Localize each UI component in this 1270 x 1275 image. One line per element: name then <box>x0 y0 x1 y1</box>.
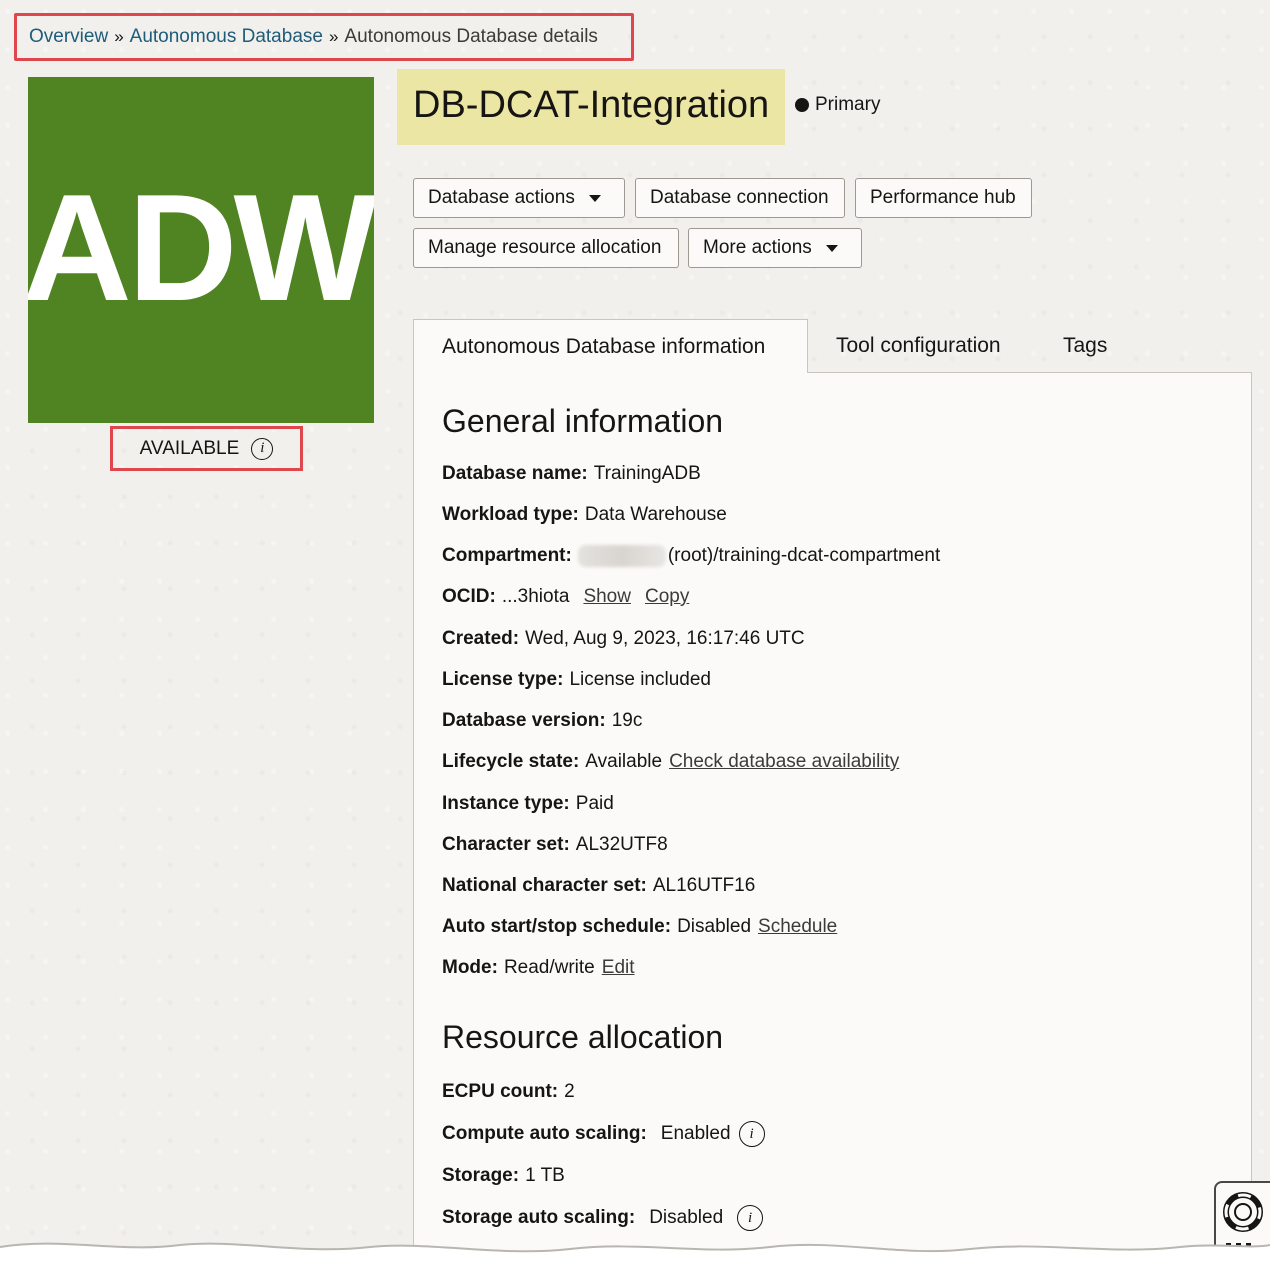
performance-hub-button[interactable]: Performance hub <box>855 178 1032 218</box>
field-label: Character set: <box>442 834 570 855</box>
resource-allocation-heading: Resource allocation <box>442 1019 724 1055</box>
field-value: Paid <box>575 793 614 814</box>
character-set-row: Character set: AL32UTF8 <box>442 834 668 856</box>
breadcrumb-autonomous-database-link[interactable]: Autonomous Database <box>130 26 323 48</box>
field-label: Storage auto scaling: <box>442 1207 636 1228</box>
schedule-link[interactable]: Schedule <box>758 916 837 938</box>
redacted-tenancy <box>577 545 666 567</box>
breadcrumb-overview-link[interactable]: Overview <box>29 26 108 48</box>
page-title: DB-DCAT-Integration <box>413 84 770 126</box>
info-icon[interactable]: i <box>738 1121 765 1147</box>
adw-logo-tile: ADW <box>28 77 374 423</box>
performance-hub-label: Performance hub <box>870 187 1016 208</box>
lifecycle-status-badge: AVAILABLE i <box>110 426 303 471</box>
check-database-availability-link[interactable]: Check database availability <box>669 751 899 773</box>
created-row: Created: Wed, Aug 9, 2023, 16:17:46 UTC <box>442 628 805 650</box>
workload-type-row: Workload type: Data Warehouse <box>442 504 727 526</box>
field-value: Read/write <box>503 957 595 978</box>
field-label: OCID: <box>442 586 496 607</box>
ecpu-count-row: ECPU count: 2 <box>442 1081 575 1103</box>
field-value: License included <box>569 669 711 690</box>
manage-resource-allocation-label: Manage resource allocation <box>428 237 662 258</box>
storage-row: Storage: 1 TB <box>442 1165 565 1187</box>
field-label: Mode: <box>442 957 498 978</box>
field-value[interactable]: (root)/training-dcat-compartment <box>668 545 940 567</box>
field-label: Created: <box>442 628 520 649</box>
field-label: Compartment: <box>442 545 572 566</box>
storage-auto-scaling-row: Storage auto scaling: Disabled i <box>442 1205 764 1231</box>
auto-start-stop-row: Auto start/stop schedule: Disabled Sched… <box>442 916 837 938</box>
manage-resource-allocation-button[interactable]: Manage resource allocation <box>413 228 679 268</box>
database-connection-button[interactable]: Database connection <box>635 178 845 218</box>
ocid-show-link[interactable]: Show <box>583 586 631 608</box>
field-label: License type: <box>442 669 564 690</box>
field-value: 1 TB <box>525 1165 565 1186</box>
license-type-row: License type: License included <box>442 669 711 691</box>
compute-auto-scaling-row: Compute auto scaling: Enabled i <box>442 1121 765 1147</box>
field-label: Compute auto scaling: <box>442 1123 647 1144</box>
torn-edge <box>0 1242 1270 1275</box>
tab-tags[interactable]: Tags <box>1063 319 1107 373</box>
field-value: TrainingADB <box>593 463 701 484</box>
field-label: Database version: <box>442 710 606 731</box>
info-icon[interactable]: i <box>737 1205 764 1231</box>
field-label: Database name: <box>442 463 588 484</box>
field-label: National character set: <box>442 875 647 896</box>
tab-autonomous-database-information[interactable]: Autonomous Database information <box>413 319 808 373</box>
database-version-row: Database version: 19c <box>442 710 642 732</box>
breadcrumb-current: Autonomous Database details <box>344 26 598 47</box>
caret-down-icon <box>588 194 601 202</box>
field-label: ECPU count: <box>442 1081 559 1102</box>
ocid-copy-link[interactable]: Copy <box>645 586 689 608</box>
field-value: Enabled <box>660 1123 731 1144</box>
field-value: 19c <box>611 710 643 731</box>
compartment-row: Compartment: (root)/training-dcat-compar… <box>442 545 940 567</box>
field-label: Lifecycle state: <box>442 751 580 772</box>
field-value: 2 <box>564 1081 575 1102</box>
field-label: Instance type: <box>442 793 570 814</box>
field-label: Workload type: <box>442 504 579 525</box>
tab-tool-configuration[interactable]: Tool configuration <box>836 319 1001 373</box>
more-actions-label: More actions <box>703 237 812 258</box>
field-value: ...3hiota <box>501 586 570 607</box>
field-value: Available <box>585 751 663 772</box>
role-label: Primary <box>815 94 881 115</box>
national-character-set-row: National character set: AL16UTF16 <box>442 875 755 897</box>
general-information-heading: General information <box>442 403 724 439</box>
more-actions-button[interactable]: More actions <box>688 228 862 268</box>
field-value: Disabled <box>677 916 752 937</box>
field-label: Auto start/stop schedule: <box>442 916 672 937</box>
info-icon[interactable]: i <box>251 437 274 460</box>
caret-down-icon <box>825 244 838 252</box>
instance-type-row: Instance type: Paid <box>442 793 614 815</box>
field-value: Disabled <box>649 1207 724 1228</box>
field-value: Wed, Aug 9, 2023, 16:17:46 UTC <box>525 628 805 649</box>
field-value: Data Warehouse <box>584 504 727 525</box>
adw-logo-text: ADW <box>28 163 374 333</box>
database-role: Primary <box>795 94 880 116</box>
breadcrumb-separator: » <box>114 27 124 46</box>
status-label: AVAILABLE <box>139 437 240 459</box>
field-value: AL32UTF8 <box>575 834 668 855</box>
breadcrumb-separator: » <box>328 27 339 46</box>
lifecycle-state-row: Lifecycle state: Available Check databas… <box>442 751 899 773</box>
database-actions-button[interactable]: Database actions <box>413 178 625 218</box>
mode-row: Mode: Read/write Edit <box>442 957 635 979</box>
field-label: Storage: <box>442 1165 520 1186</box>
breadcrumb: Overview » Autonomous Database » Autonom… <box>14 13 634 61</box>
field-value: AL16UTF16 <box>652 875 756 896</box>
database-connection-label: Database connection <box>650 187 829 208</box>
database-actions-label: Database actions <box>428 187 575 208</box>
database-name-row: Database name: TrainingADB <box>442 463 701 485</box>
role-dot-icon <box>795 98 809 112</box>
ocid-row: OCID: ...3hiota Show Copy <box>442 586 689 608</box>
information-panel: General information Database name: Train… <box>413 372 1252 1275</box>
mode-edit-link[interactable]: Edit <box>602 957 635 979</box>
